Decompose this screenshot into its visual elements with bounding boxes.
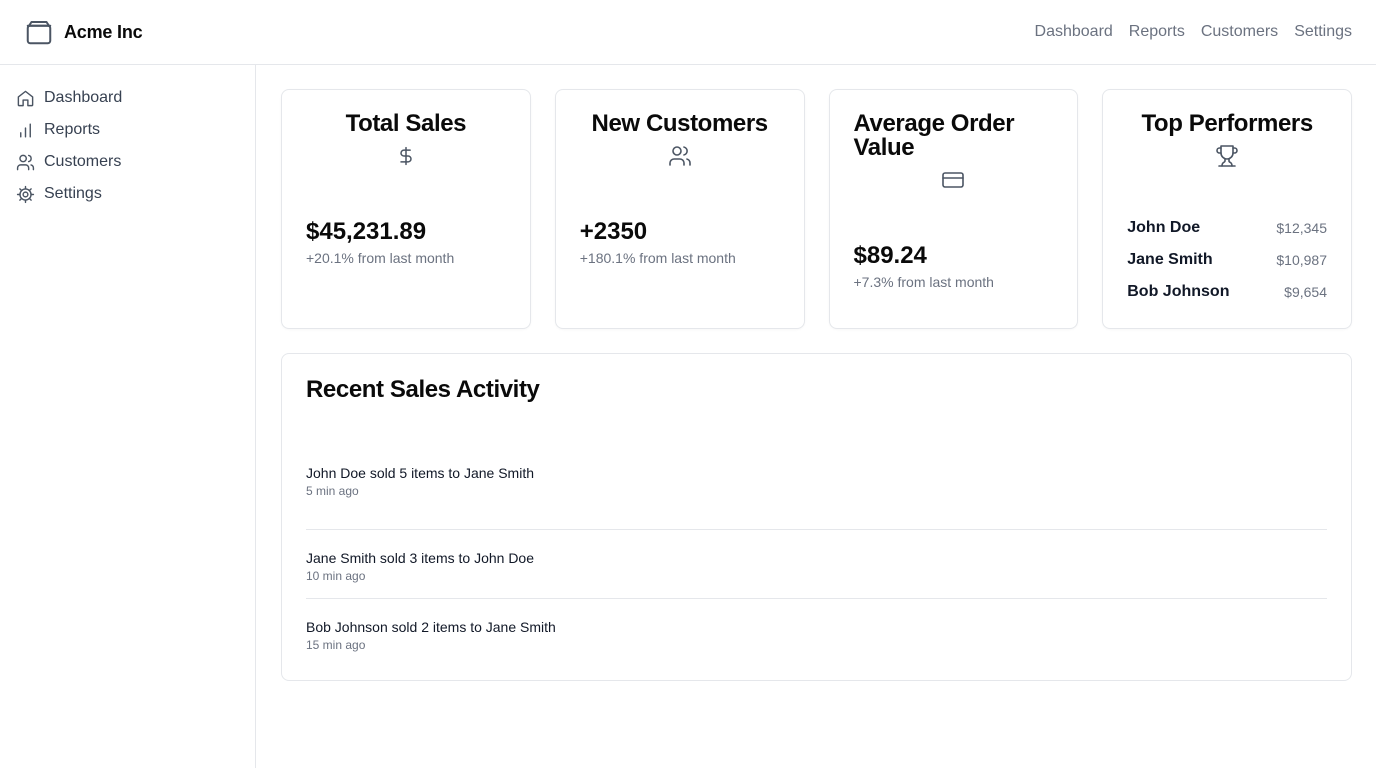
activity-text: Bob Johnson sold 2 items to Jane Smith (306, 619, 556, 635)
top-performers-card: Top Performers John Doe $12,345 Jane Smi… (1102, 89, 1352, 329)
new-customers-change: +180.1% from last month (579, 250, 736, 266)
activity-time: 5 min ago (306, 484, 359, 498)
performer-row: Bob Johnson $9,654 (1127, 276, 1327, 308)
average-order-value: $89.24 (853, 242, 927, 269)
sidebar-item-settings[interactable]: Settings (0, 178, 255, 210)
total-sales-change: +20.1% from last month (306, 250, 455, 266)
activity-text: John Doe sold 5 items to Jane Smith (306, 465, 535, 481)
performer-value: $10,987 (1276, 252, 1327, 268)
sidebar-item-label: Settings (44, 185, 102, 202)
gear-icon (16, 185, 35, 204)
bar-chart-icon (16, 121, 35, 140)
top-nav: Dashboard Reports Customers Settings (1035, 23, 1352, 41)
activity-time: 10 min ago (306, 569, 366, 583)
average-order-card: Average Order Value $89.24 +7.3% from la… (828, 89, 1079, 329)
performer-row: Jane Smith $10,987 (1127, 244, 1327, 276)
performer-name: John Doe (1127, 219, 1201, 236)
dollar-icon (396, 144, 416, 168)
sidebar-item-label: Customers (44, 153, 122, 170)
performer-name: Bob Johnson (1127, 283, 1230, 300)
sidebar-item-dashboard[interactable]: Dashboard (0, 82, 255, 114)
card-title: Total Sales (345, 110, 467, 137)
card-title: Average Order Value (853, 110, 1015, 161)
top-nav-dashboard[interactable]: Dashboard (1035, 23, 1113, 41)
recent-sales-activity: Recent Sales Activity John Doe sold 5 it… (281, 353, 1352, 681)
main-content: Total Sales $45,231.89 +20.1% from last … (281, 89, 1352, 681)
credit-card-icon (941, 168, 965, 192)
package-icon (24, 17, 54, 47)
performer-value: $9,654 (1284, 284, 1327, 300)
card-title: New Customers (591, 110, 769, 137)
users-icon (668, 144, 692, 168)
top-nav-customers[interactable]: Customers (1201, 23, 1278, 41)
performer-value: $12,345 (1276, 220, 1327, 236)
top-bar: Acme Inc Dashboard Reports Customers Set… (0, 0, 1376, 65)
average-order-change: +7.3% from last month (853, 274, 994, 290)
total-sales-card: Total Sales $45,231.89 +20.1% from last … (281, 89, 531, 329)
sidebar-item-label: Dashboard (44, 89, 123, 106)
top-nav-settings[interactable]: Settings (1294, 23, 1352, 41)
sidebar: Dashboard Reports Customers Settings (0, 65, 256, 768)
home-icon (16, 89, 35, 108)
list-item: Bob Johnson sold 2 items to Jane Smith 1… (306, 599, 1327, 668)
stat-cards: Total Sales $45,231.89 +20.1% from last … (281, 89, 1352, 329)
activity-text: Jane Smith sold 3 items to John Doe (306, 550, 535, 566)
users-icon (16, 153, 35, 172)
sidebar-item-label: Reports (44, 121, 101, 138)
activity-time: 15 min ago (306, 638, 366, 652)
performer-name: Jane Smith (1127, 251, 1213, 268)
performer-row: John Doe $12,345 (1127, 212, 1327, 244)
new-customers-card: New Customers +2350 +180.1% from last mo… (554, 89, 805, 329)
list-item: John Doe sold 5 items to Jane Smith 5 mi… (306, 461, 1327, 530)
sidebar-item-reports[interactable]: Reports (0, 114, 255, 146)
activity-list: John Doe sold 5 items to Jane Smith 5 mi… (306, 461, 1327, 668)
list-item: Jane Smith sold 3 items to John Doe 10 m… (306, 530, 1327, 599)
top-nav-reports[interactable]: Reports (1129, 23, 1185, 41)
brand[interactable]: Acme Inc (24, 17, 143, 47)
sidebar-item-customers[interactable]: Customers (0, 146, 255, 178)
card-title: Top Performers (1141, 110, 1313, 137)
brand-name: Acme Inc (64, 21, 143, 42)
trophy-icon (1215, 144, 1239, 168)
activity-title: Recent Sales Activity (306, 376, 540, 403)
total-sales-value: $45,231.89 (306, 218, 427, 245)
new-customers-value: +2350 (579, 218, 648, 245)
